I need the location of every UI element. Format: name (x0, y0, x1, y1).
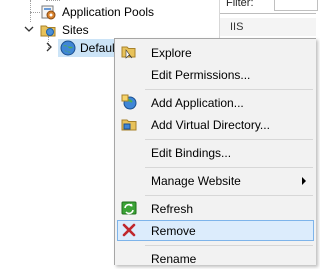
menu-item-refresh[interactable]: Refresh (117, 198, 314, 219)
menu-item-label: Remove (151, 224, 196, 238)
tree-item-label: Default (80, 41, 119, 55)
expand-chevron-icon[interactable] (44, 42, 54, 55)
tree-guide-line (30, 12, 40, 13)
filter-bar: Filter: (220, 0, 318, 14)
collapse-chevron-icon[interactable] (24, 24, 34, 37)
menu-separator (145, 89, 313, 90)
menu-separator (145, 139, 313, 140)
menu-separator (145, 245, 313, 246)
filter-label: Filter: (226, 0, 254, 9)
refresh-icon (121, 200, 137, 216)
tree-item-label: Sites (62, 23, 89, 37)
iis-group-header: IIS (220, 18, 316, 36)
sites-folder-icon (40, 22, 56, 43)
tree-item-label: Application Pools (62, 5, 155, 19)
filter-input[interactable] (274, 0, 318, 11)
menu-item-edit-permissions[interactable]: Edit Permissions... (117, 64, 314, 85)
submenu-arrow-icon (302, 177, 306, 185)
tree-item-default-web-site[interactable]: Default (58, 39, 121, 57)
menu-item-label: Edit Permissions... (151, 68, 251, 82)
menu-item-label: Refresh (151, 202, 194, 216)
context-menu: Explore Edit Permissions... Add Applicat… (114, 38, 316, 266)
menu-item-label: Edit Bindings... (151, 146, 232, 160)
tree-guide-line (46, 0, 60, 1)
menu-item-add-virtual-directory[interactable]: Add Virtual Directory... (117, 114, 314, 135)
menu-item-label: Add Application... (151, 96, 244, 110)
menu-item-edit-bindings[interactable]: Edit Bindings... (117, 142, 314, 163)
folder-icon (121, 44, 137, 60)
menu-item-manage-website[interactable]: Manage Website (117, 170, 314, 191)
tree-guide-line (30, 0, 31, 22)
remove-x-icon (121, 222, 137, 238)
menu-item-remove[interactable]: Remove (117, 220, 314, 241)
menu-separator (145, 195, 313, 196)
add-virtual-directory-icon (121, 116, 137, 132)
menu-item-label: Add Virtual Directory... (151, 118, 270, 132)
menu-item-label: Explore (151, 46, 192, 60)
menu-item-explore[interactable]: Explore (117, 42, 314, 63)
menu-separator (145, 167, 313, 168)
menu-item-rename[interactable]: Rename (117, 248, 314, 269)
iis-group-label: IIS (230, 21, 244, 33)
add-application-icon (121, 94, 137, 110)
menu-item-add-application[interactable]: Add Application... (117, 92, 314, 113)
menu-item-label: Manage Website (151, 174, 241, 188)
